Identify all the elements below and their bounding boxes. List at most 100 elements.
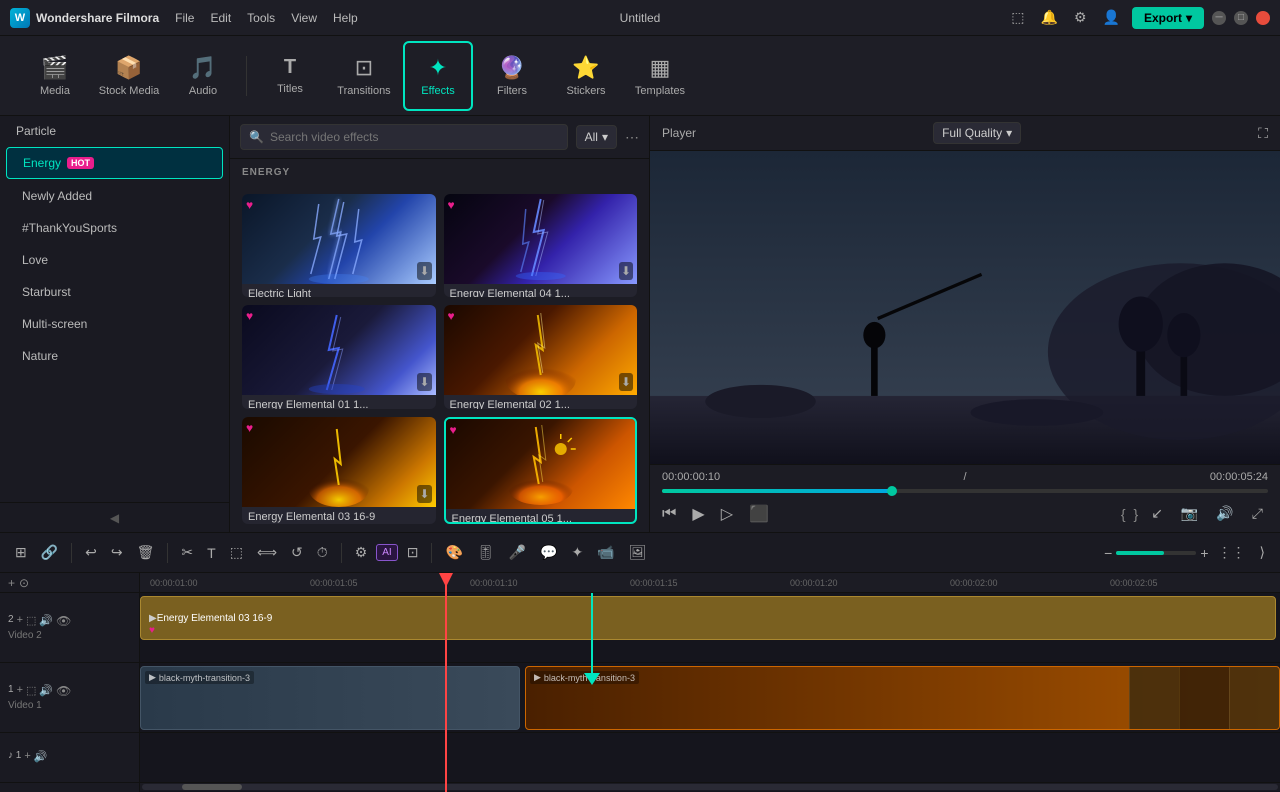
topbar-icon-1[interactable]: ⬚: [1007, 7, 1028, 28]
timeline-view-button[interactable]: ⊞: [10, 540, 32, 565]
transition-quick-button[interactable]: ⟺: [252, 540, 282, 565]
effect-card-elemental3[interactable]: ♥ ⬇ Energy Elemental 03 16-9: [242, 417, 436, 524]
redo-button[interactable]: ↪: [106, 540, 128, 565]
topbar-icon-3[interactable]: ⚙: [1070, 7, 1091, 28]
menu-tools[interactable]: Tools: [247, 11, 275, 25]
toolbar-transitions[interactable]: ⊡ Transitions: [329, 41, 399, 111]
track-add-icon-video1[interactable]: +: [17, 684, 23, 698]
effect-download-icon-3[interactable]: ⬇: [417, 373, 431, 391]
track-audio-icon-audio1[interactable]: 🔊: [34, 750, 48, 763]
expand-player-icon[interactable]: ⛶: [1258, 125, 1268, 142]
crop-button[interactable]: ⬚: [225, 540, 248, 565]
toolbar-titles[interactable]: T Titles: [255, 41, 325, 111]
effect-download-icon-5[interactable]: ⬇: [417, 485, 431, 503]
captions-button[interactable]: 💬: [535, 540, 562, 565]
track-audio-icon-video1[interactable]: 🔊: [39, 684, 53, 698]
effect-download-icon-1[interactable]: ⬇: [417, 262, 431, 280]
sidebar-item-love[interactable]: Love: [6, 245, 223, 275]
screen-record-button[interactable]: 📹: [592, 540, 619, 565]
effect-card-electric-light[interactable]: ♥ ⬇ Electric Light: [242, 194, 436, 297]
toolbar-filters[interactable]: 🔮 Filters: [477, 41, 547, 111]
toolbar-templates[interactable]: ▦ Templates: [625, 41, 695, 111]
topbar-icon-2[interactable]: 🔔: [1037, 7, 1062, 28]
zoom-slider[interactable]: [1116, 551, 1196, 555]
track-clip-icon-video1[interactable]: ⬚: [26, 684, 36, 698]
toolbar-audio[interactable]: 🎵 Audio: [168, 41, 238, 111]
timeline-more-button[interactable]: ⋮⋮: [1213, 540, 1251, 565]
add-track-icon[interactable]: +: [8, 576, 15, 590]
window-minimize-button[interactable]: ─: [1212, 11, 1226, 25]
toolbar-stock-media[interactable]: 📦 Stock Media: [94, 41, 164, 111]
effect-clip-elemental3[interactable]: ▶ Energy Elemental 03 16-9 ♥: [140, 596, 1276, 640]
menu-view[interactable]: View: [291, 11, 317, 25]
effects-q-button[interactable]: ✦: [567, 540, 589, 565]
cut-button[interactable]: ✂: [176, 540, 198, 565]
insert-button[interactable]: ↙: [1146, 501, 1168, 526]
sidebar-item-newly-added[interactable]: Newly Added: [6, 181, 223, 211]
track-eye-icon-video1[interactable]: 👁: [56, 684, 71, 698]
window-close-button[interactable]: [1256, 11, 1270, 25]
text-button[interactable]: T: [202, 541, 221, 565]
filter-dropdown[interactable]: All ▾: [576, 125, 617, 149]
video-clip-fire-1[interactable]: ▶ black-myth-transition-3: [525, 666, 1280, 730]
play-button[interactable]: ▷: [721, 504, 733, 524]
copy-button[interactable]: ⊡: [402, 540, 424, 565]
effect-card-elemental2[interactable]: ♥ ⬇ Energy Elemental 02 1...: [444, 305, 638, 408]
voice-button[interactable]: 🎤: [504, 540, 531, 565]
step-back-button[interactable]: ⏮: [662, 505, 676, 523]
timeline-snap-button[interactable]: 🔗: [36, 540, 63, 565]
quality-selector[interactable]: Full Quality ▾: [933, 122, 1021, 144]
effect-card-elemental1[interactable]: ♥ ⬇ Energy Elemental 01 1...: [242, 305, 436, 408]
video-clip-dark-1[interactable]: ▶ black-myth-transition-3: [140, 666, 520, 730]
fullscreen-button[interactable]: ⤢: [1247, 501, 1268, 526]
play-pause-button[interactable]: ▶: [692, 504, 704, 524]
track-add-icon-audio1[interactable]: +: [24, 750, 30, 763]
sidebar-item-particle[interactable]: Particle: [0, 116, 229, 146]
menu-edit[interactable]: Edit: [210, 11, 231, 25]
toolbar-media[interactable]: 🎬 Media: [20, 41, 90, 111]
window-restore-button[interactable]: □: [1234, 11, 1248, 25]
timeline-expand-button[interactable]: ⟩: [1255, 540, 1270, 565]
timer-button[interactable]: ⏱: [312, 540, 333, 565]
menu-help[interactable]: Help: [333, 11, 358, 25]
mark-in-icon[interactable]: {: [1121, 506, 1126, 522]
sidebar-collapse-button[interactable]: ◀: [0, 502, 229, 532]
export-button[interactable]: Export ▾: [1132, 7, 1204, 29]
zoom-in-button[interactable]: +: [1200, 545, 1208, 561]
ai-button[interactable]: AI: [376, 544, 397, 561]
snapshot-button[interactable]: 📷: [1176, 501, 1203, 526]
track-clip-icon-video2[interactable]: ⬚: [26, 614, 36, 628]
progress-bar[interactable]: [662, 489, 1268, 493]
toolbar-stickers[interactable]: ⭐ Stickers: [551, 41, 621, 111]
topbar-icon-4[interactable]: 👤: [1099, 7, 1124, 28]
link-tracks-icon[interactable]: ⊙: [19, 576, 29, 590]
track-add-icon-video2[interactable]: +: [17, 614, 23, 628]
ripple-button[interactable]: ↺: [286, 540, 308, 565]
effect-card-elemental5[interactable]: ♥ Energy Elemental 05 1...: [444, 417, 638, 524]
adjust-button[interactable]: ⚙: [350, 540, 373, 565]
audio-button[interactable]: 🔊: [1211, 501, 1238, 526]
effect-card-elemental4[interactable]: ♥ ⬇ Energy Elemental 04 1...: [444, 194, 638, 297]
audio-mix-button[interactable]: 🎚: [472, 540, 500, 565]
sidebar-item-nature[interactable]: Nature: [6, 341, 223, 371]
toolbar-effects[interactable]: ✦ Effects: [403, 41, 473, 111]
more-options-button[interactable]: ⋯: [625, 129, 639, 146]
timeline-scrollbar[interactable]: [140, 783, 1280, 791]
zoom-out-button[interactable]: −: [1104, 545, 1112, 561]
stop-button[interactable]: ⬛: [749, 504, 769, 524]
effect-download-icon-4[interactable]: ⬇: [619, 373, 633, 391]
sidebar-item-starburst[interactable]: Starburst: [6, 277, 223, 307]
mark-out-icon[interactable]: }: [1134, 506, 1139, 522]
image-button[interactable]: 🖼: [624, 540, 652, 565]
sidebar-item-thankyousports[interactable]: #ThankYouSports: [6, 213, 223, 243]
effect-download-icon-2[interactable]: ⬇: [619, 262, 633, 280]
track-audio-icon-video2[interactable]: 🔊: [39, 614, 53, 628]
color-button[interactable]: 🎨: [440, 540, 467, 565]
sidebar-item-energy[interactable]: Energy HOT: [6, 147, 223, 179]
track-eye-icon-video2[interactable]: 👁: [56, 614, 71, 628]
delete-button[interactable]: 🗑: [132, 540, 160, 565]
menu-file[interactable]: File: [175, 11, 194, 25]
undo-button[interactable]: ↩: [80, 540, 102, 565]
search-input[interactable]: [270, 130, 559, 144]
sidebar-item-multiscreen[interactable]: Multi-screen: [6, 309, 223, 339]
